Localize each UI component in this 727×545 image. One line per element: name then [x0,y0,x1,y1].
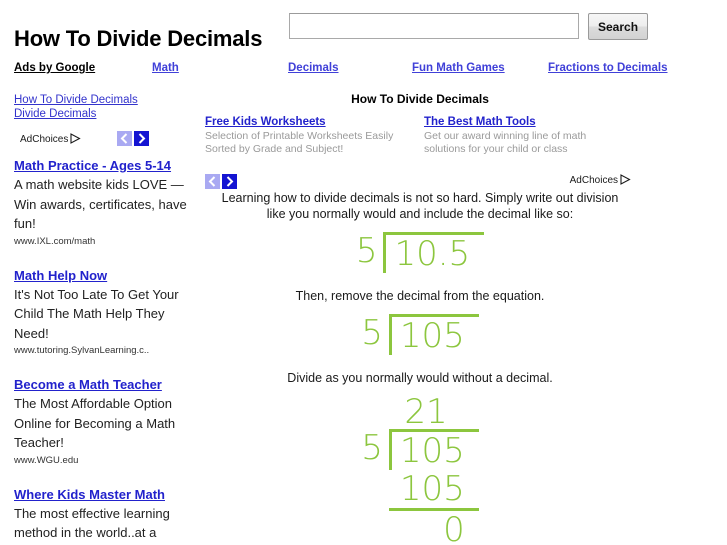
sidebar-ad-item: Math Practice - Ages 5-14 A math website… [0,156,196,248]
left-sidebar: How To Divide Decimals Divide Decimals A… [0,94,196,545]
next-ad-icon[interactable] [134,131,149,147]
sidebar-link-divide-decimals[interactable]: Divide Decimals [14,108,196,122]
sidebar-ad-title[interactable]: Become a Math Teacher [14,375,188,394]
search-button[interactable]: Search [588,13,649,40]
sidebar-ad-title[interactable]: Math Help Now [14,266,188,285]
prev-ad-icon[interactable] [205,174,220,190]
main-heading: How To Divide Decimals [351,92,489,106]
sidebar-ad-title[interactable]: Where Kids Master Math [14,485,188,504]
ad-spacer [0,467,196,481]
adbar-link-math[interactable]: Math [152,62,179,74]
ad-spacer [0,248,196,262]
top-ad-description: Selection of Printable Worksheets Easily… [205,130,394,155]
sidebar-ad-url[interactable]: www.tutoring.SylvanLearning.c.. [14,344,188,357]
figure2-divisor: 5 [361,312,383,353]
sidebar-ad-description: It's Not Too Late To Get Your Child The … [14,286,179,341]
top-ad-controls: AdChoices [200,173,640,191]
paragraph-intro: Learning how to divide decimals is not s… [221,191,619,221]
adchoices-label: AdChoices [20,134,69,145]
ad-spacer [0,357,196,371]
top-ad-item: Free Kids Worksheets Selection of Printa… [205,115,411,156]
adbar-link-decimals[interactable]: Decimals [288,62,339,74]
figure3-remainder: 0 [443,510,465,545]
sidebar-ad-nav [117,130,151,148]
paragraph-divide-normally: Divide as you normally would without a d… [287,370,553,385]
top-ad-nav [205,173,239,190]
figure-division-with-decimal: 5 10.5 [200,232,640,273]
sidebar-ad-url[interactable]: www.WGU.edu [14,454,188,467]
main-adchoices[interactable]: AdChoices [570,174,631,186]
page-title: How To Divide Decimals [14,26,263,51]
adchoices-triangle-icon [620,174,631,185]
adbar-link-fractions-to-decimals[interactable]: Fractions to Decimals [548,62,668,74]
search-input[interactable] [289,13,579,39]
top-ad-description: Get our award winning line of math solut… [424,130,587,155]
ads-by-google-bar: Ads by Google Math Decimals Fun Math Gam… [0,62,727,78]
top-ad-unit: Free Kids Worksheets Selection of Printa… [200,115,640,173]
figure1-divisor: 5 [355,231,378,271]
sidebar-ad-description: A math website kids LOVE — Win awards, c… [14,177,187,231]
figure-long-division-worked: 21 5 105 105 0 [200,395,640,545]
sidebar-ad-item: Where Kids Master Math The most effectiv… [0,485,196,545]
sidebar-ad-description: The most effective learning method in th… [14,505,170,545]
figure3-subtrahend: 105 [388,470,479,511]
top-ad-title[interactable]: Free Kids Worksheets [205,115,411,129]
search-form: Search [289,13,649,40]
adchoices-label: AdChoices [569,175,618,186]
main-content: How To Divide Decimals Free Kids Workshe… [200,92,640,545]
top-ad-item: The Best Math Tools Get our award winnin… [424,115,630,156]
figure-division-without-decimal: 5 105 [200,312,640,355]
sidebar-ad-title[interactable]: Math Practice - Ages 5-14 [14,156,188,175]
sidebar-ad-description: The Most Affordable Option Online for Be… [14,396,176,450]
sidebar-link-how-to-divide-decimals[interactable]: How To Divide Decimals [14,94,196,108]
sidebar-ad-url[interactable]: www.IXL.com/math [14,235,188,248]
figure2-dividend: 105 [388,313,479,355]
sidebar-adchoices-row: AdChoices [0,130,196,152]
figure1-dividend: 10.5 [383,232,485,273]
figure3-dividend: 105 [388,429,479,470]
adbar-link-fun-math-games[interactable]: Fun Math Games [412,62,505,74]
paragraph-remove-decimal: Then, remove the decimal from the equati… [295,289,545,303]
adchoices-triangle-icon [70,133,82,144]
top-ad-title[interactable]: The Best Math Tools [424,115,630,129]
ads-by-google-label: Ads by Google [14,62,96,74]
figure3-divisor: 5 [361,428,383,468]
sidebar-ad-item: Become a Math Teacher The Most Affordabl… [0,375,196,467]
sidebar-adchoices[interactable]: AdChoices [20,133,82,145]
prev-ad-icon[interactable] [117,131,132,147]
figure3-quotient: 21 [404,392,448,432]
sidebar-related-links: How To Divide Decimals Divide Decimals [0,94,196,121]
next-ad-icon[interactable] [222,174,237,190]
sidebar-ad-item: Math Help Now It's Not Too Late To Get Y… [0,266,196,358]
